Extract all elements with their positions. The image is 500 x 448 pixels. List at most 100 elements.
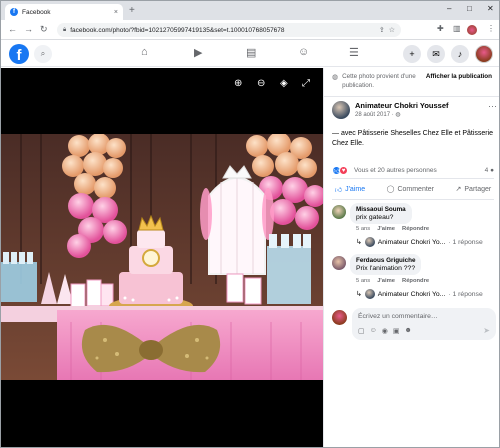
back-arrow-icon[interactable]: ← — [8, 24, 17, 34]
lock-icon[interactable]: 🔒︎ — [63, 27, 66, 34]
zoom-out-icon[interactable]: ⊖ — [257, 78, 265, 89]
composer-tools: ▢ ☺ ◉ ▣ ☻ — [358, 327, 412, 335]
new-tab-button[interactable]: + — [129, 5, 135, 16]
origin-text: Cette photo provient d'une publication. — [342, 73, 416, 89]
sticker-icon[interactable]: ▢ — [358, 327, 365, 335]
fullscreen-icon[interactable]: ⤢ — [302, 78, 310, 89]
profile-avatar[interactable] — [467, 25, 477, 35]
tab-close-icon[interactable]: × — [114, 9, 118, 16]
reply-avatar — [364, 237, 375, 247]
comment-meta: 5 ans J'aime Répondre — [356, 226, 429, 232]
tag-icon[interactable]: ◈ — [280, 78, 288, 89]
share-icon[interactable]: ⇪ — [379, 26, 385, 34]
minimize-button[interactable]: – — [447, 4, 451, 13]
tab-facebook[interactable]: f Facebook × — [5, 4, 123, 20]
tab-bar: f Facebook × + – □ ✕ — [1, 1, 499, 20]
author-avatar[interactable] — [332, 101, 350, 119]
comment-reply-link[interactable]: Répondre — [402, 226, 429, 232]
reply-count[interactable]: · 1 réponse — [448, 239, 482, 246]
thumbs-up-icon: 👍︎ — [334, 186, 343, 194]
extensions-puzzle-icon[interactable]: ✚ — [437, 24, 444, 33]
comment-age[interactable]: 5 ans — [356, 278, 370, 284]
groups-icon[interactable]: ☺ — [298, 46, 309, 58]
comment-like-link[interactable]: J'aime — [377, 278, 395, 284]
reply-author[interactable]: Animateur Chokri Yo... — [378, 239, 446, 246]
zoom-in-icon[interactable]: ⊕ — [234, 78, 242, 89]
marketplace-icon[interactable]: ▤ — [246, 46, 256, 59]
comment-reply-link[interactable]: Répondre — [402, 278, 429, 284]
reply-thread[interactable]: ↳ Animateur Chokri Yo... · 1 réponse — [356, 237, 483, 247]
comment-placeholder[interactable]: Écrivez un commentaire… — [358, 313, 438, 320]
comment-meta: 5 ans J'aime Répondre — [356, 278, 429, 284]
divider — [332, 178, 494, 179]
share-arrow-icon: ↗ — [455, 186, 462, 193]
emoji-icon[interactable]: ☺ — [370, 327, 377, 335]
comment-text: prix gateau? — [356, 214, 394, 221]
forward-arrow-icon[interactable]: → — [24, 24, 33, 34]
divider — [324, 96, 499, 97]
photo-origin-banner: ◍ Cette photo provient d'une publication… — [332, 72, 492, 90]
share-button[interactable]: ↗ Partager — [455, 185, 492, 194]
watch-video-icon[interactable]: ▶ — [194, 46, 202, 59]
author-name[interactable]: Animateur Chokri Youssef — [355, 101, 449, 110]
url-text[interactable]: facebook.com/photo/?fbid=102127059974191… — [70, 27, 375, 34]
like-button[interactable]: 👍︎ J'aime — [335, 185, 365, 194]
comment-item: Ferdaous Griguiche Prix l'animation ??? … — [332, 254, 498, 304]
maximize-button[interactable]: □ — [467, 4, 472, 13]
comment-input[interactable]: Écrivez un commentaire… ▢ ☺ ◉ ▣ ☻ ➤ — [352, 308, 496, 340]
reply-arrow-icon: ↳ — [356, 291, 362, 298]
send-icon[interactable]: ➤ — [483, 326, 490, 335]
comment-bubble-icon: ● — [490, 167, 494, 174]
search-icon[interactable]: ⌕ — [34, 45, 52, 63]
create-plus-icon[interactable]: + — [403, 45, 421, 63]
browser-window: f Facebook × + – □ ✕ ← → ↻ 🔒︎ facebook.c… — [0, 0, 500, 448]
party-decoration-photo — [1, 134, 323, 380]
address-row: ← → ↻ 🔒︎ facebook.com/photo/?fbid=102127… — [1, 20, 499, 40]
avatar-sticker-icon[interactable]: ☻ — [405, 327, 412, 335]
gif-icon[interactable]: ▣ — [393, 327, 400, 335]
tab-title: Facebook — [22, 8, 51, 16]
comment-count[interactable]: 4 ● — [485, 167, 494, 174]
comment-composer: Écrivez un commentaire… ▢ ☺ ◉ ▣ ☻ ➤ — [332, 308, 498, 340]
reply-author[interactable]: Animateur Chokri Yo... — [378, 291, 446, 298]
photo-viewer: ⊕ ⊖ ◈ ⤢ — [1, 68, 323, 447]
menu-kebab-icon[interactable]: ⋮ — [487, 24, 495, 33]
comment-text: Prix l'animation ??? — [356, 265, 416, 272]
commenter-name[interactable]: Missaoui Souma — [356, 206, 406, 213]
post-date[interactable]: 28 août 2017 · ◍ — [355, 111, 401, 118]
commenter-avatar[interactable] — [332, 205, 346, 219]
reactions-summary[interactable]: 👍︎ ♥ Vous et 20 autres personnes 4 ● — [332, 165, 494, 177]
address-bar[interactable]: 🔒︎ facebook.com/photo/?fbid=102127059974… — [57, 23, 401, 37]
reply-avatar — [364, 289, 375, 299]
reply-arrow-icon: ↳ — [356, 239, 362, 246]
reply-count[interactable]: · 1 réponse — [448, 291, 482, 298]
account-avatar[interactable] — [475, 45, 493, 63]
view-post-link[interactable]: Afficher la publication — [426, 73, 492, 80]
comment-button[interactable]: ◯ Commenter — [386, 185, 434, 194]
home-icon[interactable]: ⌂ — [141, 46, 148, 58]
globe-icon: ◍ — [332, 74, 339, 81]
more-options-icon[interactable]: ··· — [488, 101, 497, 111]
messenger-icon[interactable]: ✉ — [427, 45, 445, 63]
comment-icon: ◯ — [386, 186, 395, 193]
reply-thread[interactable]: ↳ Animateur Chokri Yo... · 1 réponse — [356, 289, 483, 299]
window-close-button[interactable]: ✕ — [487, 4, 494, 13]
menu-hamburger-icon[interactable]: ☰ — [349, 46, 359, 59]
facebook-logo[interactable]: f — [9, 44, 29, 64]
comment-bubble: Ferdaous Griguiche Prix l'animation ??? — [350, 254, 422, 275]
reload-icon[interactable]: ↻ — [40, 24, 48, 35]
camera-icon[interactable]: ◉ — [382, 327, 388, 335]
reactions-text[interactable]: Vous et 20 autres personnes — [354, 167, 437, 174]
comment-item: Missaoui Souma prix gateau? 5 ans J'aime… — [332, 203, 498, 253]
post-actions: 👍︎ J'aime ◯ Commenter ↗ Partager — [324, 181, 499, 197]
comment-like-link[interactable]: J'aime — [377, 226, 395, 232]
notifications-bell-icon[interactable]: ♪ — [451, 45, 469, 63]
facebook-favicon-icon: f — [10, 8, 18, 16]
commenter-avatar[interactable] — [332, 256, 346, 270]
sidebar-icon[interactable]: ▥ — [453, 24, 461, 33]
bookmark-star-icon[interactable]: ☆ — [389, 26, 395, 34]
my-avatar — [332, 310, 347, 325]
commenter-name[interactable]: Ferdaous Griguiche — [356, 257, 415, 264]
post-caption: — avec Pâtisserie Sheselles Chez Elle et… — [332, 130, 494, 147]
comment-age[interactable]: 5 ans — [356, 226, 370, 232]
